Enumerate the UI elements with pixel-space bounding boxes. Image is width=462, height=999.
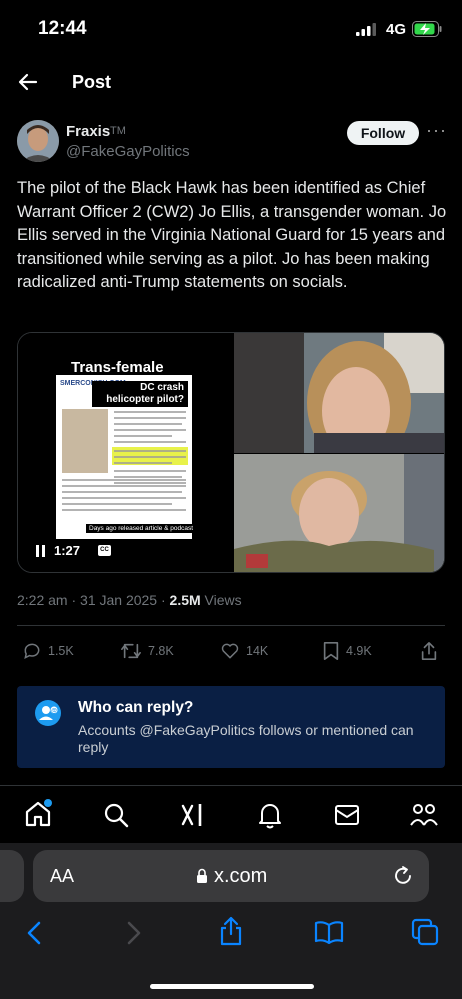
bottom-tab-bar	[0, 785, 462, 843]
messages-envelope-icon[interactable]	[334, 804, 360, 826]
previous-tab-peek[interactable]	[0, 850, 24, 902]
article-text-lines-bottom	[62, 479, 186, 511]
article-photo	[62, 409, 108, 473]
who-can-reply-title: Who can reply?	[78, 699, 194, 716]
follow-button[interactable]: Follow	[347, 121, 419, 145]
tabs-icon[interactable]	[411, 918, 439, 946]
photo-top[interactable]	[234, 333, 444, 453]
bookmark-count: 4.9K	[346, 644, 372, 658]
views-label: Views	[200, 592, 242, 608]
like-button[interactable]: 14K	[220, 641, 268, 661]
divider	[17, 625, 445, 626]
article-image: SMERCONISH.COM DC crash helicopter pilot…	[56, 375, 197, 539]
bookmarks-book-icon[interactable]	[314, 920, 344, 944]
back-arrow-icon[interactable]	[16, 70, 40, 94]
post-timestamp: 2:22 am · 31 Jan 2025 ·	[17, 592, 170, 608]
reply-icon	[24, 643, 40, 660]
captions-button[interactable]: CC	[98, 545, 111, 556]
avatar[interactable]	[17, 120, 59, 162]
post-media[interactable]: Trans-female SMERCONISH.COM DC crash hel…	[17, 332, 445, 573]
video-title: Trans-female	[71, 359, 164, 376]
bookmark-button[interactable]: 4.9K	[322, 641, 372, 661]
post-text: The pilot of the Black Hawk has been ide…	[17, 179, 447, 291]
status-time: 12:44	[38, 18, 87, 39]
post-meta: 2:22 am · 31 Jan 2025 · 2.5M Views	[17, 592, 242, 608]
who-can-reply-description: Accounts @FakeGayPolitics follows or men…	[78, 722, 414, 755]
pause-icon[interactable]	[36, 545, 46, 557]
share-icon	[421, 642, 437, 660]
battery-charging-icon	[412, 21, 442, 37]
network-label: 4G	[386, 21, 407, 38]
reply-count: 1.5K	[48, 644, 74, 658]
bookmark-icon	[323, 642, 339, 660]
page-title: Post	[72, 72, 112, 92]
lock-icon	[197, 868, 207, 883]
repost-button[interactable]: 7.8K	[120, 641, 174, 661]
forward-icon[interactable]	[126, 920, 142, 946]
share-sheet-icon[interactable]	[219, 916, 243, 946]
repost-icon	[121, 643, 141, 659]
video-duration: 1:27	[54, 543, 81, 558]
views-count: 2.5M	[169, 592, 201, 608]
communities-icon[interactable]	[409, 801, 439, 829]
more-options-icon[interactable]: ···	[426, 120, 447, 141]
home-icon	[25, 799, 52, 827]
share-button[interactable]	[420, 641, 438, 661]
callout-label: DC crash helicopter pilot?	[92, 381, 188, 407]
grok-icon[interactable]	[181, 802, 205, 828]
author-name-suffix: TM	[110, 125, 126, 137]
reply-button[interactable]: 1.5K	[22, 641, 74, 661]
author-name[interactable]: Fraxis	[66, 123, 110, 140]
url-text[interactable]: x.com	[214, 865, 267, 888]
mention-user-icon: @	[35, 700, 61, 726]
svg-text:@: @	[51, 709, 57, 715]
home-indicator	[150, 984, 314, 989]
repost-count: 7.8K	[148, 644, 174, 658]
search-icon[interactable]	[103, 802, 129, 828]
author-handle[interactable]: @FakeGayPolitics	[66, 143, 190, 160]
reader-options-button[interactable]: AA	[50, 866, 74, 887]
reload-icon[interactable]	[392, 865, 414, 887]
like-count: 14K	[246, 644, 269, 658]
video-caption: Days ago released article & podcast	[86, 524, 197, 533]
photo-bottom[interactable]	[234, 454, 444, 572]
tab-home[interactable]	[24, 798, 52, 828]
video-thumbnail[interactable]: Trans-female SMERCONISH.COM DC crash hel…	[18, 333, 233, 572]
heart-icon	[221, 643, 239, 659]
notifications-bell-icon[interactable]	[258, 801, 282, 829]
signal-icon	[356, 23, 376, 36]
back-icon[interactable]	[26, 920, 42, 946]
